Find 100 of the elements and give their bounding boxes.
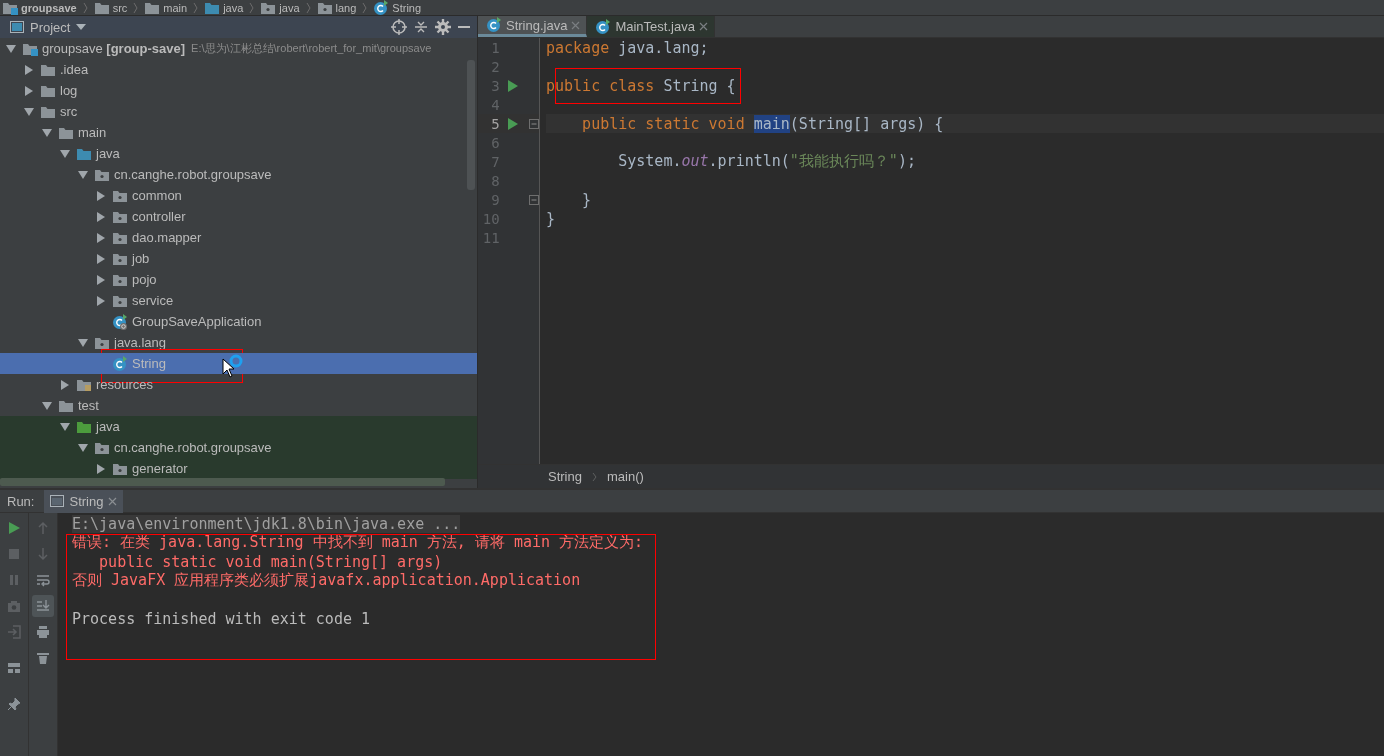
console-line: public static void main(String[] args) <box>98 552 443 571</box>
close-icon[interactable] <box>698 22 708 31</box>
chevron-icon <box>362 2 368 13</box>
tree-item[interactable]: job <box>0 248 477 269</box>
expand-arrow-icon[interactable] <box>60 379 70 390</box>
console-line: 否则 JavaFX 应用程序类必须扩展javafx.application.Application <box>72 571 581 590</box>
collapse-arrow-icon[interactable] <box>42 127 52 138</box>
collapse-arrow-icon[interactable] <box>78 169 88 180</box>
expand-arrow-icon[interactable] <box>96 253 106 264</box>
tree-item[interactable]: java <box>0 143 477 164</box>
tree-item[interactable]: service <box>0 290 477 311</box>
tree-item[interactable]: src <box>0 101 477 122</box>
class-icon <box>112 355 128 372</box>
expand-arrow-icon[interactable] <box>24 64 34 75</box>
dropdown-caret-icon[interactable] <box>76 24 87 30</box>
collapse-arrow-icon[interactable] <box>24 106 34 117</box>
console-line: 错误: 在类 java.lang.String 中找不到 main 方法, 请将 main 方法定义为: <box>72 533 644 552</box>
loading-icon <box>229 354 243 368</box>
expand-arrow-icon[interactable] <box>96 295 106 306</box>
folder-icon <box>76 419 92 434</box>
panel-title[interactable]: Project <box>30 19 71 35</box>
package-icon <box>112 230 128 245</box>
expand-arrow-icon[interactable] <box>96 232 106 243</box>
expand-arrow-icon[interactable] <box>96 274 106 285</box>
collapse-arrow-icon[interactable] <box>6 43 16 54</box>
mouse-cursor-icon <box>222 358 235 378</box>
collapse-all-icon[interactable] <box>413 19 429 35</box>
chevron-icon <box>193 2 199 13</box>
tree-item[interactable]: common <box>0 185 477 206</box>
tree-item[interactable]: groupsave [group-save] E:\思为\江彬总结\robert\robert_for_mit\groupsave <box>0 38 477 59</box>
collapse-arrow-icon[interactable] <box>60 421 70 432</box>
class-icon <box>595 18 612 35</box>
collapse-arrow-icon[interactable] <box>78 442 88 453</box>
run-icon[interactable] <box>7 521 21 535</box>
tree-item[interactable]: generator <box>0 458 477 479</box>
module-icon <box>22 41 38 56</box>
scrollbar-thumb[interactable] <box>0 478 445 486</box>
chevron-icon <box>133 2 139 13</box>
console-line: Process finished with exit code 1 <box>72 609 370 628</box>
fold-icon[interactable] <box>529 194 539 205</box>
run-tab[interactable]: String <box>44 489 124 513</box>
chevron-icon <box>591 471 597 482</box>
package-icon <box>94 167 110 182</box>
breadcrumb-item[interactable]: java <box>279 1 300 14</box>
expand-arrow-icon[interactable] <box>96 211 106 222</box>
project-path: E:\思为\江彬总结\robert\robert_for_mit\groupsave <box>191 41 432 56</box>
run-icon[interactable] <box>508 117 519 130</box>
code-line: package java.lang; <box>546 38 709 57</box>
tree-item[interactable]: java.lang <box>0 332 477 353</box>
editor-tab[interactable]: MainTest.java <box>587 16 715 37</box>
chevron-icon <box>82 2 88 13</box>
trash-icon[interactable] <box>36 651 50 665</box>
editor-tab[interactable]: String.java <box>478 16 588 37</box>
tree-item[interactable]: java <box>0 416 477 437</box>
close-icon[interactable] <box>108 496 118 506</box>
print-icon[interactable] <box>36 625 50 639</box>
pin-icon[interactable] <box>7 697 21 711</box>
resources-folder-icon <box>76 377 92 392</box>
tree-item[interactable]: cn.canghe.robot.groupsave <box>0 437 477 458</box>
expand-arrow-icon[interactable] <box>24 85 34 96</box>
settings-icon[interactable] <box>435 19 451 35</box>
locate-icon[interactable] <box>391 19 407 35</box>
tree-item[interactable]: test <box>0 395 477 416</box>
layout-icon[interactable] <box>7 661 21 675</box>
soft-wrap-icon[interactable] <box>36 573 50 587</box>
collapse-arrow-icon[interactable] <box>60 148 70 159</box>
collapse-arrow-icon[interactable] <box>78 337 88 348</box>
folder-icon <box>58 125 74 140</box>
package-icon <box>112 209 128 224</box>
folder-icon <box>40 62 56 77</box>
breadcrumb-item[interactable]: src <box>112 1 128 14</box>
chevron-icon <box>305 2 311 13</box>
class-icon <box>486 17 502 33</box>
expand-arrow-icon[interactable] <box>96 190 106 201</box>
collapse-arrow-icon[interactable] <box>42 400 52 411</box>
breadcrumb-item[interactable]: main <box>163 1 188 14</box>
breadcrumb-item[interactable]: groupsave <box>21 1 77 14</box>
package-icon <box>112 188 128 203</box>
line-number: 5 <box>490 115 500 132</box>
package-icon <box>112 251 128 266</box>
tree-item[interactable]: dao.mapper <box>0 227 477 248</box>
breadcrumb-item[interactable]: lang <box>335 1 357 14</box>
run-icon[interactable] <box>508 79 519 92</box>
code-line: System.out.println("我能执行吗？"); <box>617 152 916 171</box>
run-label: Run: <box>7 493 35 509</box>
breadcrumb-item[interactable]: main() <box>606 469 644 484</box>
tree-item[interactable]: controller <box>0 206 477 227</box>
breadcrumb-item[interactable]: java <box>223 1 244 14</box>
breadcrumb-item[interactable]: String <box>392 1 422 14</box>
tree-item[interactable]: main <box>0 122 477 143</box>
breadcrumb-item[interactable]: String <box>548 469 582 484</box>
expand-arrow-icon[interactable] <box>96 463 106 474</box>
tree-item[interactable]: GroupSaveApplication <box>0 311 477 332</box>
tree-item[interactable]: log <box>0 80 477 101</box>
tree-item[interactable]: pojo <box>0 269 477 290</box>
folder-icon <box>76 146 92 161</box>
fold-icon[interactable] <box>529 118 539 129</box>
tree-item[interactable]: cn.canghe.robot.groupsave <box>0 164 477 185</box>
tree-item[interactable]: .idea <box>0 59 477 80</box>
code-line: } <box>581 190 592 209</box>
